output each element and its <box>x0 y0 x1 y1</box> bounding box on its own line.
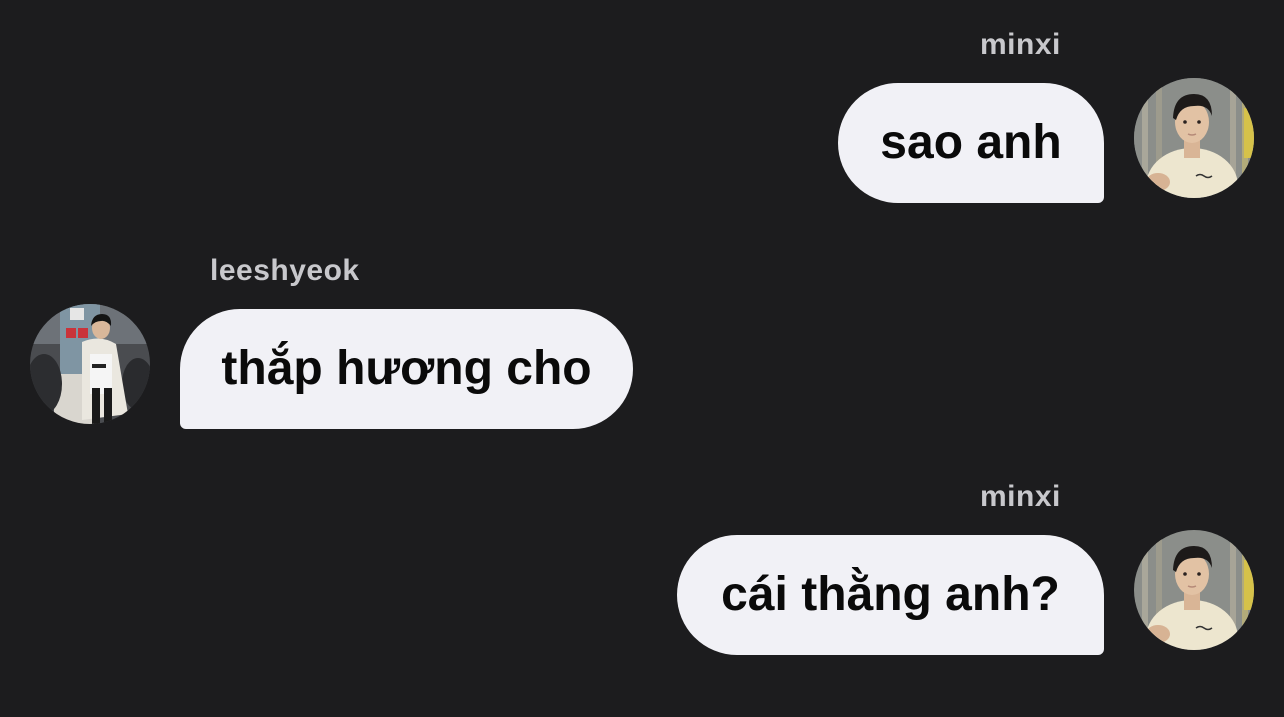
leeshyeok-avatar-icon[interactable] <box>30 304 150 424</box>
sender-name: minxi <box>980 28 1061 61</box>
minxi-avatar-icon[interactable] <box>1134 530 1254 650</box>
message-bubble[interactable]: thắp hương cho <box>180 309 633 429</box>
sender-name: leeshyeok <box>210 254 360 287</box>
message-bubble[interactable]: sao anh <box>838 83 1104 203</box>
sender-name: minxi <box>980 480 1061 513</box>
minxi-avatar-icon[interactable] <box>1134 78 1254 198</box>
message-bubble[interactable]: cái thằng anh? <box>677 535 1104 655</box>
